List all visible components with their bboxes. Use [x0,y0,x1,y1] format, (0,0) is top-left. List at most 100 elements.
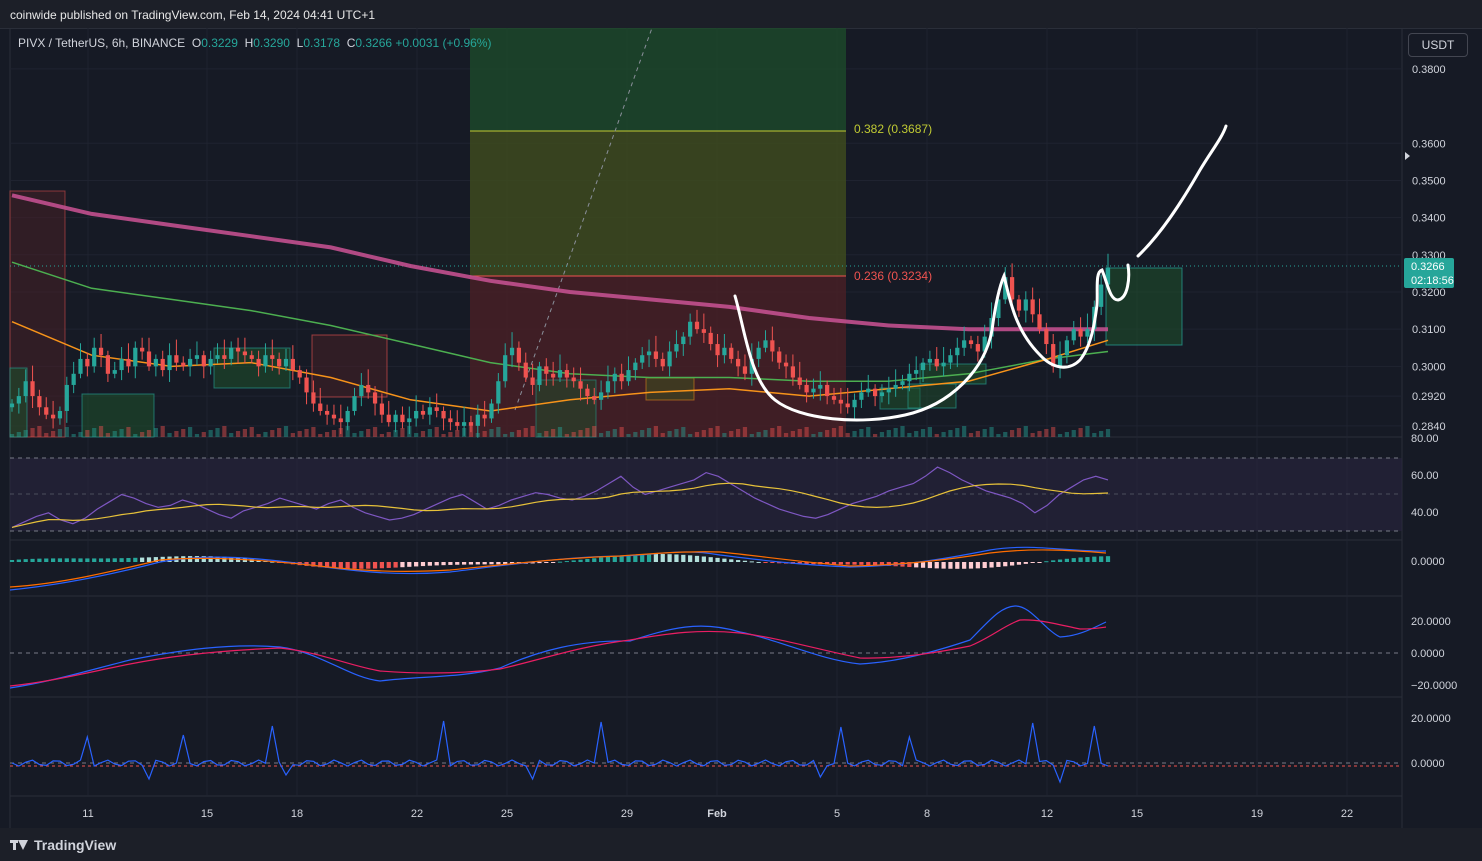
candle-body [557,370,563,378]
candle-body [146,351,152,367]
volume-bar [235,431,241,437]
macd-bar [468,562,474,565]
volume-bar [783,433,789,437]
candle-body [71,373,76,385]
candle-body [263,355,268,367]
candle-body [907,373,912,382]
candle-body [742,366,748,374]
candle-body [790,366,796,378]
fib-zone-middle [470,131,846,276]
macd-bar [414,562,419,567]
macd-bar [920,562,926,568]
candle-body [756,347,761,359]
candle-body [948,355,953,363]
macd-bar [1105,556,1111,562]
macd-bar [578,559,583,562]
macd-bar [92,558,97,562]
candle-body [975,344,980,352]
macd-bar [393,562,398,568]
candle-body [324,410,330,415]
candle-body [338,418,343,423]
candle-body [331,414,337,419]
macd-bar [749,561,754,563]
volume-bar [146,430,152,437]
candle-body [167,355,172,371]
volume-bar [544,431,549,437]
time-tick-label: 18 [291,808,303,820]
candle-body [598,392,604,400]
macd-bar [366,562,371,569]
volume-bar [119,429,124,437]
currency-button[interactable]: USDT [1408,33,1468,57]
volume-bar [996,434,1001,437]
macd-bar [1030,562,1035,563]
volume-bar [633,432,638,437]
volume-bar [797,429,802,437]
candle-body [455,422,460,426]
candle-body [345,410,350,423]
time-axis[interactable]: 11 15 18 22 25 29 Feb 5 8 12 15 19 22 [82,808,1353,820]
volume-bar [777,426,782,437]
macd-bar [557,561,563,563]
candle-body [578,381,583,389]
macd-bar [667,554,672,562]
candle-body [612,373,617,382]
volume-bar [523,428,528,437]
candle-body [777,351,782,363]
tradingview-brand[interactable]: TradingView [34,837,116,853]
candle-body [646,351,652,356]
candle-body [571,377,576,382]
macd-bar [612,556,617,562]
volume-bar [948,430,953,437]
macd-bar [852,562,857,565]
candle-body [1085,329,1090,337]
time-tick-label: 22 [411,808,423,820]
volume-bar [612,429,617,437]
candle-body [667,351,672,367]
volume-bar [167,433,172,437]
volume-bar [160,426,165,437]
chart-svg[interactable]: 0.382 (0.3687) 0.236 (0.3234) 0.3800 0.36… [0,0,1482,861]
macd-bar [968,562,974,569]
macd-bar [37,558,42,562]
volume-bar [831,428,837,437]
candle-body [140,347,145,352]
macd-bar [551,562,556,563]
candle-body [126,358,131,367]
high-value: 0.3290 [253,36,290,50]
macd-bar [537,562,542,564]
macd-bar [948,562,953,569]
time-tick-label: 12 [1041,808,1053,820]
volume-bar [1003,432,1008,437]
volume-bar [455,430,460,437]
macd-bar [688,555,693,562]
candle-body [119,358,124,371]
volume-bar [975,431,980,437]
candle-body [838,399,843,404]
symbol-title: PIVX / TetherUS, 6h, BINANCE [18,36,186,50]
candle-body [366,384,371,393]
candle-body [304,377,309,393]
price-axis[interactable]: 0.38000.36000.35000.34000.33000.32000.31… [1412,64,1446,433]
volume-bar [1085,426,1090,437]
macd-bar [441,562,446,566]
volume-bar [509,432,515,437]
macd-histogram [9,554,1111,569]
macd-bar [420,562,426,567]
volume-bar [242,429,248,437]
macd-bar [119,558,124,562]
macd-bar [729,559,734,562]
macd-bar [722,558,727,562]
volume-bar [30,428,35,437]
time-tick-label: 15 [201,808,213,820]
volume-bar [187,427,193,437]
macd-bar [23,559,28,562]
candle-body [105,355,111,374]
volume-bar [571,432,576,437]
macd-bar [763,562,768,563]
macd-bar [674,554,679,562]
osc2-axis: 20.0000 0.0000 [1411,713,1451,770]
macd-bar [544,562,549,563]
volume-bar [372,427,378,437]
candle-body [900,381,905,385]
